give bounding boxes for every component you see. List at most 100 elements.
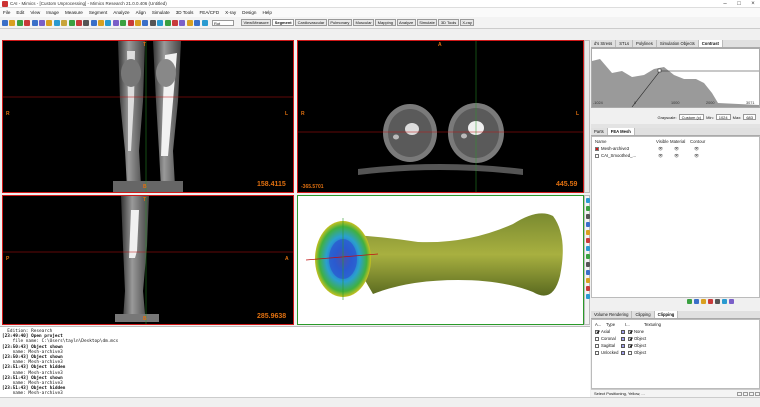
toolbar-tool-icon[interactable] — [179, 19, 186, 26]
visible-eye-icon[interactable]: 👁 — [658, 153, 663, 158]
toolbar-tool-icon[interactable] — [112, 19, 119, 26]
clipping-row[interactable]: Sagittal Object — [595, 343, 646, 348]
object-row[interactable]: Mesh-archive3 — [595, 146, 629, 151]
3d-view-tool-icon[interactable] — [585, 294, 590, 299]
clip-enable-checkbox[interactable] — [595, 343, 599, 348]
grayscale-select[interactable]: Custom (c) — [678, 114, 705, 120]
contour-eye-icon[interactable]: 👁 — [694, 153, 699, 158]
tab-parts[interactable]: Parts — [591, 128, 608, 135]
tab-simulate[interactable]: Simulate — [416, 19, 438, 26]
3d-view-tool-icon[interactable] — [585, 222, 590, 227]
3d-view-tool-icon[interactable] — [585, 214, 590, 219]
toolbar-tool-icon[interactable] — [201, 19, 208, 26]
max-input[interactable]: 683 — [743, 114, 756, 120]
toolbar-tool-icon[interactable] — [53, 19, 60, 26]
toolbar-tool-icon[interactable] — [38, 19, 45, 26]
tab-pulmonary[interactable]: Pulmonary — [327, 19, 352, 26]
tab-contrast[interactable]: Contrast — [698, 40, 723, 47]
tab-segment[interactable]: Segment — [272, 19, 295, 26]
clip-color-swatch[interactable] — [621, 350, 625, 355]
min-input[interactable]: 1024 — [715, 114, 731, 120]
toolbar-tool-icon[interactable] — [31, 19, 38, 26]
visible-eye-icon[interactable]: 👁 — [658, 146, 663, 151]
3d-view-tool-icon[interactable] — [585, 230, 590, 235]
tab-simulation-objects[interactable]: Simulation Objects — [657, 40, 699, 47]
menu-item-design[interactable]: Design — [242, 10, 256, 15]
clip-texture-checkbox[interactable] — [628, 329, 632, 334]
toolbar-tool-icon[interactable] — [61, 19, 68, 26]
tab-x-ray[interactable]: X-ray — [459, 19, 475, 26]
tab-clipping-2[interactable]: Clipping — [654, 311, 679, 318]
menu-item-segment[interactable]: Segment — [89, 10, 107, 15]
3d-view-tool-icon[interactable] — [585, 206, 590, 211]
menu-item-view[interactable]: View — [30, 10, 40, 15]
object-row[interactable]: CAI_Smoothed_... — [595, 153, 636, 158]
clipping-row[interactable]: Coronal Object — [595, 336, 646, 341]
toolbar-tool-icon[interactable] — [105, 19, 112, 26]
toolbar-tool-icon[interactable] — [24, 19, 31, 26]
tab-clipping-1[interactable]: Clipping — [632, 311, 655, 318]
tab-stls[interactable]: STLs — [616, 40, 634, 47]
toolbar-tool-icon[interactable] — [9, 19, 16, 26]
material-eye-icon[interactable]: 👁 — [674, 146, 679, 151]
toolbar-tool-icon[interactable] — [186, 19, 193, 26]
toolbar-tool-icon[interactable] — [2, 19, 8, 26]
menu-item-simulate[interactable]: Simulate — [152, 10, 170, 15]
objects-tool-icon[interactable] — [708, 299, 713, 304]
clip-enable-checkbox[interactable] — [595, 350, 599, 355]
menu-item-file[interactable]: File — [3, 10, 10, 15]
clipping-row[interactable]: Unlocked Object — [595, 350, 646, 355]
contour-eye-icon[interactable]: 👁 — [694, 146, 699, 151]
menu-item-edit[interactable]: Edit — [16, 10, 24, 15]
3d-view-tool-icon[interactable] — [585, 198, 590, 203]
tab-analyze[interactable]: Analyze — [396, 19, 416, 26]
clip-color-swatch[interactable] — [621, 343, 625, 348]
3d-viewport[interactable] — [297, 195, 584, 325]
toolbar-tool-icon[interactable] — [157, 19, 164, 26]
menu-item-image[interactable]: Image — [46, 10, 59, 15]
tab-d-s-stress[interactable]: d's Stress — [591, 40, 617, 47]
objects-tool-icon[interactable] — [701, 299, 706, 304]
toolbar-tool-icon[interactable] — [83, 19, 90, 26]
toolbar-tool-icon[interactable] — [171, 19, 178, 26]
toolbar-tool-icon[interactable] — [120, 19, 127, 26]
toolbar-tool-icon[interactable] — [98, 19, 105, 26]
clip-texture-checkbox[interactable] — [628, 343, 632, 348]
menu-item-analyze[interactable]: Analyze — [113, 10, 129, 15]
clip-enable-checkbox[interactable] — [595, 329, 599, 334]
clip-enable-checkbox[interactable] — [595, 336, 599, 341]
3d-view-tool-icon[interactable] — [585, 246, 590, 251]
menu-item-3d-tools[interactable]: 3D Tools — [176, 10, 194, 15]
log-console[interactable]: Edition: Research [23:49:40] Open project… — [0, 326, 590, 397]
toolbar-tool-icon[interactable] — [46, 19, 53, 26]
3d-view-tool-icon[interactable] — [585, 254, 590, 259]
tab-3d-tools[interactable]: 3D Tools — [438, 19, 459, 26]
toolbar-tool-icon[interactable] — [194, 19, 201, 26]
tab-fea-mesh[interactable]: FEA Mesh — [607, 128, 635, 135]
viewport-scrollbar-top[interactable] — [584, 40, 590, 193]
objects-tool-icon[interactable] — [729, 299, 734, 304]
objects-tool-icon[interactable] — [715, 299, 720, 304]
tab-view-measure[interactable]: View/Measure — [240, 19, 272, 26]
tab-volume-rendering-0[interactable]: Volume Rendering — [591, 311, 633, 318]
toolbar-tool-icon[interactable] — [135, 19, 142, 26]
toolbar-tool-icon[interactable] — [142, 19, 149, 26]
close-button[interactable]: × — [746, 0, 760, 8]
menu-item-align[interactable]: Align — [136, 10, 146, 15]
menu-item-help[interactable]: Help — [262, 10, 271, 15]
3d-view-tool-icon[interactable] — [585, 262, 590, 267]
objects-tool-icon[interactable] — [694, 299, 699, 304]
material-eye-icon[interactable]: 👁 — [674, 153, 679, 158]
toolbar-tool-icon[interactable] — [16, 19, 23, 26]
3d-view-tool-icon[interactable] — [585, 270, 590, 275]
contrast-histogram[interactable] — [591, 48, 760, 108]
tab-polylines[interactable]: Polylines — [633, 40, 657, 47]
coronal-viewport[interactable]: T R L B 158.4115 — [2, 40, 294, 193]
toolbar-tool-icon[interactable] — [127, 19, 134, 26]
3d-view-tool-icon[interactable] — [585, 238, 590, 243]
3d-view-tool-icon[interactable] — [585, 286, 590, 291]
toolbar-tool-icon[interactable] — [149, 19, 156, 26]
minimize-button[interactable]: – — [718, 0, 732, 8]
object-color-swatch[interactable] — [595, 153, 599, 158]
menu-item-fea-cfd[interactable]: FEA/CFD — [199, 10, 219, 15]
